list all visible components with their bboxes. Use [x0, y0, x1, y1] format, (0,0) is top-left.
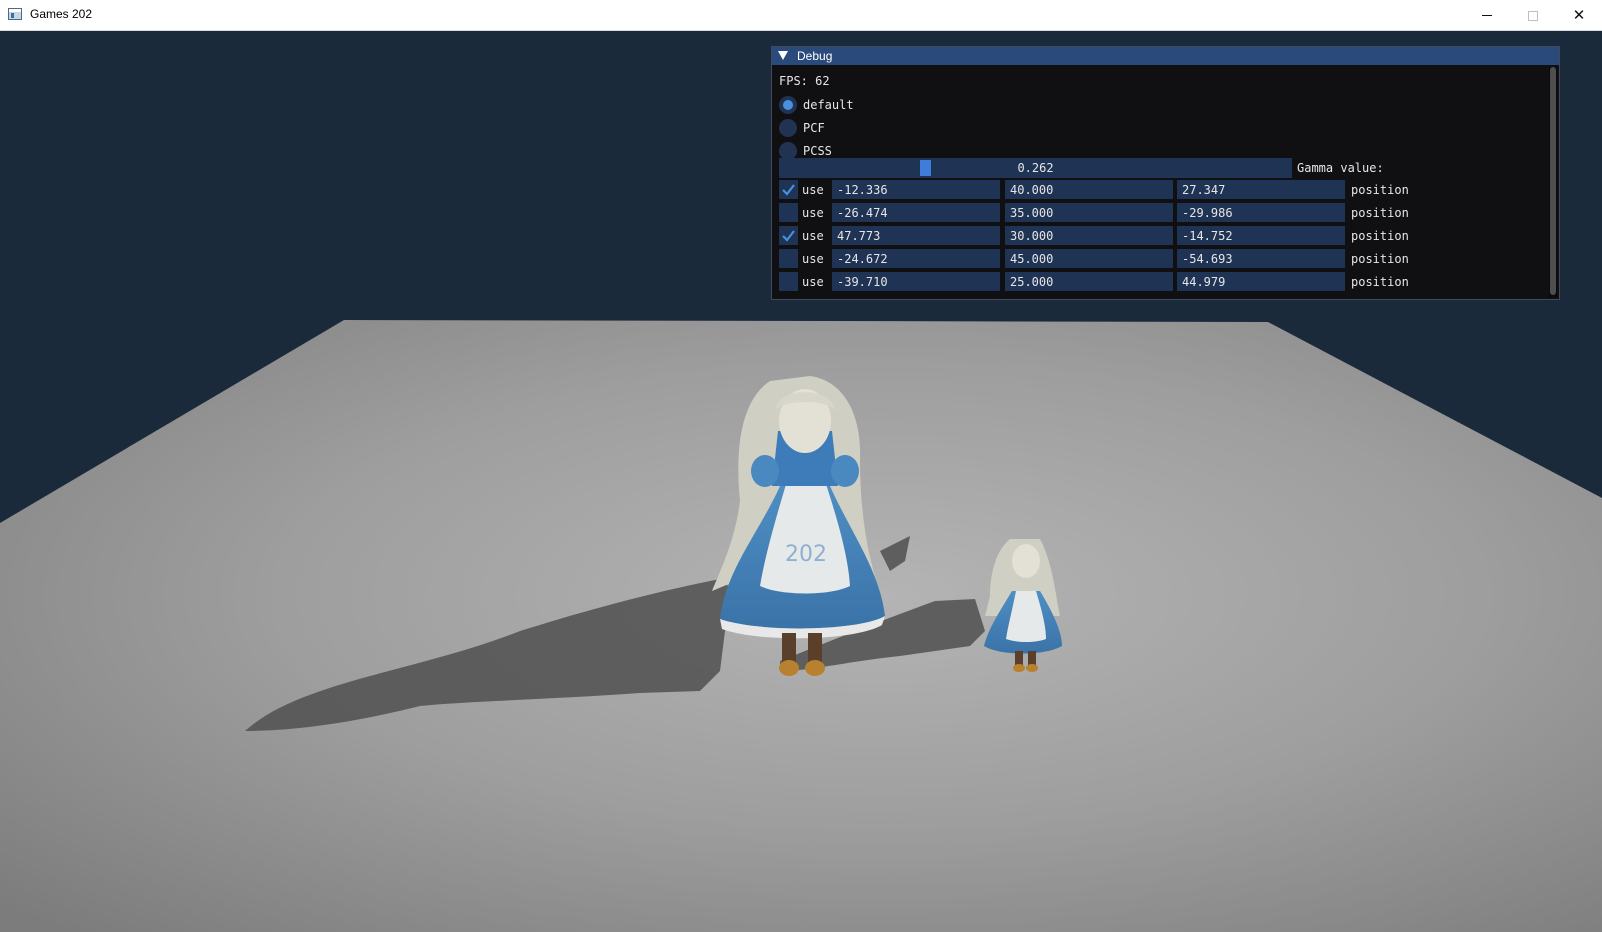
title-bar[interactable]: Games 202 ✕ [0, 0, 1602, 31]
position-z-input[interactable]: 27.347 [1177, 180, 1345, 199]
use-label: use [802, 229, 824, 243]
use-checkbox[interactable] [779, 272, 798, 291]
position-x-input[interactable]: -24.672 [832, 249, 1000, 268]
debug-panel-header[interactable]: Debug [772, 47, 1559, 65]
minimize-button[interactable] [1464, 0, 1510, 31]
position-z-input[interactable]: 44.979 [1177, 272, 1345, 291]
gamma-slider-value: 0.262 [1017, 161, 1054, 175]
use-checkbox[interactable] [779, 180, 798, 199]
app-window-icon [8, 8, 22, 20]
light-row: use 47.773 30.000 -14.752 position [779, 226, 1549, 246]
radio-option-pcf[interactable]: PCF [779, 118, 825, 138]
light-row: use -26.474 35.000 -29.986 position [779, 203, 1549, 223]
use-label: use [802, 252, 824, 266]
checkmark-icon [782, 184, 795, 196]
gamma-slider[interactable]: 0.262 [779, 158, 1292, 178]
minimize-icon [1482, 15, 1492, 16]
maximize-button[interactable] [1510, 0, 1556, 31]
checkmark-icon [782, 230, 795, 242]
collapse-arrow-icon[interactable] [778, 51, 788, 60]
position-z-input[interactable]: -29.986 [1177, 203, 1345, 222]
debug-panel[interactable]: Debug FPS: 62 default PCF PCSS 0.262 Gam… [771, 46, 1560, 300]
use-checkbox[interactable] [779, 226, 798, 245]
light-row: use -24.672 45.000 -54.693 position [779, 249, 1549, 269]
window-title: Games 202 [30, 7, 93, 21]
close-icon: ✕ [1572, 6, 1586, 24]
position-z-input[interactable]: -54.693 [1177, 249, 1345, 268]
maximize-icon [1528, 10, 1538, 21]
radio-button-icon[interactable] [779, 119, 797, 137]
position-x-input[interactable]: -12.336 [832, 180, 1000, 199]
use-label: use [802, 275, 824, 289]
position-label: position [1351, 252, 1409, 266]
use-label: use [802, 206, 824, 220]
use-label: use [802, 183, 824, 197]
fps-readout: FPS: 62 [779, 74, 830, 88]
scrollbar-thumb[interactable] [1550, 67, 1556, 295]
use-checkbox[interactable] [779, 203, 798, 222]
debug-panel-title: Debug [797, 49, 833, 63]
light-row: use -39.710 25.000 44.979 position [779, 272, 1549, 292]
position-y-input[interactable]: 30.000 [1005, 226, 1173, 245]
close-button[interactable]: ✕ [1556, 0, 1602, 31]
radio-label: PCF [803, 121, 825, 135]
radio-option-default[interactable]: default [779, 95, 854, 115]
radio-label: default [803, 98, 854, 112]
position-x-input[interactable]: -39.710 [832, 272, 1000, 291]
position-label: position [1351, 275, 1409, 289]
position-y-input[interactable]: 45.000 [1005, 249, 1173, 268]
position-label: position [1351, 206, 1409, 220]
position-y-input[interactable]: 25.000 [1005, 272, 1173, 291]
position-label: position [1351, 229, 1409, 243]
debug-scrollbar[interactable] [1549, 67, 1557, 297]
position-x-input[interactable]: -26.474 [832, 203, 1000, 222]
position-y-input[interactable]: 40.000 [1005, 180, 1173, 199]
position-z-input[interactable]: -14.752 [1177, 226, 1345, 245]
position-label: position [1351, 183, 1409, 197]
radio-button-icon[interactable] [779, 96, 797, 114]
use-checkbox[interactable] [779, 249, 798, 268]
gamma-label: Gamma value: [1297, 161, 1384, 175]
position-y-input[interactable]: 35.000 [1005, 203, 1173, 222]
light-row: use -12.336 40.000 27.347 position [779, 180, 1549, 200]
radio-label: PCSS [803, 144, 832, 158]
position-x-input[interactable]: 47.773 [832, 226, 1000, 245]
apron-label: 202 [785, 542, 827, 567]
